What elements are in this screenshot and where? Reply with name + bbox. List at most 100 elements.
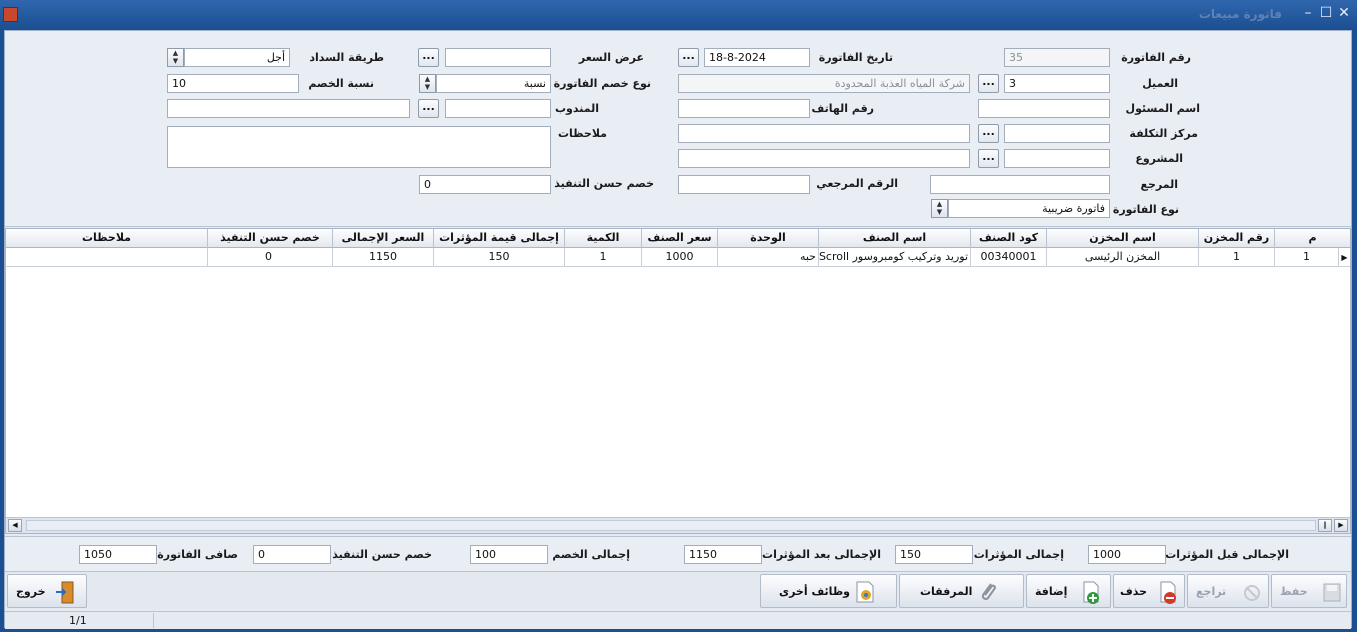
reference-field[interactable] (930, 175, 1110, 194)
cost-center-code-field[interactable] (1004, 124, 1110, 143)
col-qty[interactable]: الكمية (564, 229, 641, 248)
rep-code-field[interactable] (445, 99, 551, 118)
discount-rate-field[interactable]: 10 (167, 74, 299, 93)
effects-label: إجمالى المؤثرات (973, 548, 1064, 561)
horizontal-scrollbar[interactable]: ◀ ‖ ▶ (6, 517, 1350, 533)
invoice-no-field[interactable]: 35 (1004, 48, 1110, 67)
col-store-name[interactable]: اسم المخزن (1046, 229, 1198, 248)
cell-total-price[interactable]: 1150 (332, 248, 433, 267)
record-counter: 1/1 (69, 614, 87, 627)
title-bar: فاتورة مبيعات – ☐ ✕ (0, 0, 1357, 30)
project-code-field[interactable] (1004, 149, 1110, 168)
col-notes[interactable]: ملاحظات (6, 229, 207, 248)
payment-select[interactable]: أجل (184, 48, 290, 67)
net-field[interactable]: 1050 (79, 545, 157, 564)
customer-name-field[interactable]: شركة المياه العذبة المحدودة (678, 74, 970, 93)
cell-item-name[interactable]: توريد وتركيب كومبروسور Scroll م (818, 248, 970, 267)
discount-type-spin[interactable]: ▲ ▼ (419, 74, 436, 93)
ref-no-field[interactable] (678, 175, 810, 194)
paperclip-icon (981, 583, 996, 600)
cell-store-name[interactable]: المخزن الرئيسى (1046, 248, 1198, 267)
good-exec-field[interactable]: 0 (419, 175, 551, 194)
scroll-thumb[interactable] (26, 520, 1316, 531)
payment-spin[interactable]: ▲ ▼ (167, 48, 184, 67)
cancel-icon (1244, 585, 1260, 601)
invoice-type-spin[interactable]: ▲ ▼ (931, 199, 948, 218)
col-store-no[interactable]: رقم المخزن (1198, 229, 1274, 248)
discount-type-select[interactable]: نسبة (436, 74, 551, 93)
row-indicator-icon: ▶ (1338, 248, 1350, 267)
rep-lookup-button[interactable]: ... (418, 99, 439, 118)
invoice-date-label: تاريخ الفاتورة (818, 51, 893, 64)
effects-field[interactable]: 150 (895, 545, 973, 564)
items-grid[interactable]: م رقم المخزن اسم المخزن كود الصنف اسم ال… (5, 228, 1351, 534)
table-row[interactable]: 1 1 المخزن الرئيسى 00340001 توريد وتركيب… (6, 248, 1350, 267)
invoice-type-select[interactable]: فاتورة ضريبية (948, 199, 1110, 218)
quote-lookup-button[interactable]: ... (418, 48, 439, 67)
discount-total-label: إجمالى الخصم (552, 548, 630, 561)
toolbar: حفظ تراجع حذف إضافة المرفقات وظائف أخرى … (5, 571, 1351, 609)
scroll-left-icon[interactable]: ◀ (8, 519, 22, 532)
col-unit[interactable]: الوحدة (717, 229, 818, 248)
grid-header: م رقم المخزن اسم المخزن كود الصنف اسم ال… (6, 229, 1350, 248)
responsible-field[interactable] (978, 99, 1110, 118)
customer-lookup-button[interactable]: ... (978, 74, 999, 93)
cell-store-no[interactable]: 1 (1198, 248, 1274, 267)
minimize-icon[interactable]: – (1300, 5, 1316, 21)
cell-price[interactable]: 1000 (641, 248, 717, 267)
cell-item-code[interactable]: 00340001 (970, 248, 1046, 267)
add-button[interactable]: إضافة (1026, 574, 1111, 608)
cell-m[interactable]: 1 (1274, 248, 1338, 267)
notes-label: ملاحظات (558, 127, 607, 140)
quote-field[interactable] (445, 48, 551, 67)
col-item-code[interactable]: كود الصنف (970, 229, 1046, 248)
add-icon (1083, 581, 1099, 604)
exit-door-icon (56, 581, 74, 604)
cell-unit[interactable]: حبه (717, 248, 818, 267)
exit-button[interactable]: خروج (7, 574, 87, 608)
invoice-date-picker-button[interactable]: ... (678, 48, 699, 67)
cost-center-lookup-button[interactable]: ... (978, 124, 999, 143)
cell-notes[interactable] (6, 248, 207, 267)
invoice-window: رقم الفاتورة 35 العميل 3 ... شركة المياه… (4, 30, 1352, 629)
attachments-button[interactable]: المرفقات (899, 574, 1024, 608)
discount-total-field[interactable]: 100 (470, 545, 548, 564)
other-functions-button[interactable]: وظائف أخرى (760, 574, 897, 608)
scroll-thumb-grip-icon[interactable]: ‖ (1318, 519, 1332, 532)
invoice-date-field[interactable]: 18-8-2024 (704, 48, 810, 67)
delete-icon (1160, 581, 1176, 604)
after-effects-field[interactable]: 1150 (684, 545, 762, 564)
customer-code-field[interactable]: 3 (1004, 74, 1110, 93)
invoice-no-label: رقم الفاتورة (1121, 51, 1191, 64)
col-price[interactable]: سعر الصنف (641, 229, 717, 248)
col-item-name[interactable]: اسم الصنف (818, 229, 970, 248)
cell-qty[interactable]: 1 (564, 248, 641, 267)
phone-field[interactable] (678, 99, 810, 118)
project-lookup-button[interactable]: ... (978, 149, 999, 168)
rep-name-field[interactable] (167, 99, 410, 118)
rep-label: المندوب (554, 102, 599, 115)
col-total-price[interactable]: السعر الإجمالى (332, 229, 433, 248)
before-effects-field[interactable]: 1000 (1088, 545, 1166, 564)
col-m[interactable]: م (1274, 229, 1350, 248)
phone-label: رقم الهاتف (811, 102, 874, 115)
col-effects-total[interactable]: إجمالى قيمة المؤثرات (433, 229, 564, 248)
responsible-label: اسم المسئول (1125, 102, 1200, 115)
totals-bar: الإجمالى قبل المؤثرات 1000 إجمالى المؤثر… (5, 536, 1351, 572)
undo-button[interactable]: تراجع (1187, 574, 1269, 608)
save-button[interactable]: حفظ (1271, 574, 1347, 608)
discount-type-label: نوع خصم الفاتورة (553, 77, 651, 90)
notes-field[interactable] (167, 126, 551, 168)
col-good-exec[interactable]: خصم حسن التنفيذ (207, 229, 332, 248)
project-name-field[interactable] (678, 149, 970, 168)
delete-button[interactable]: حذف (1113, 574, 1185, 608)
status-bar: 1/1 (5, 611, 1351, 629)
invoice-header-form: رقم الفاتورة 35 العميل 3 ... شركة المياه… (5, 31, 1351, 227)
cell-effects-total[interactable]: 150 (433, 248, 564, 267)
cell-good-exec[interactable]: 0 (207, 248, 332, 267)
scroll-right-icon[interactable]: ▶ (1334, 519, 1348, 532)
cost-center-name-field[interactable] (678, 124, 970, 143)
total-good-exec-field[interactable]: 0 (253, 545, 331, 564)
close-icon[interactable]: ✕ (1336, 5, 1352, 21)
maximize-icon[interactable]: ☐ (1318, 5, 1334, 21)
